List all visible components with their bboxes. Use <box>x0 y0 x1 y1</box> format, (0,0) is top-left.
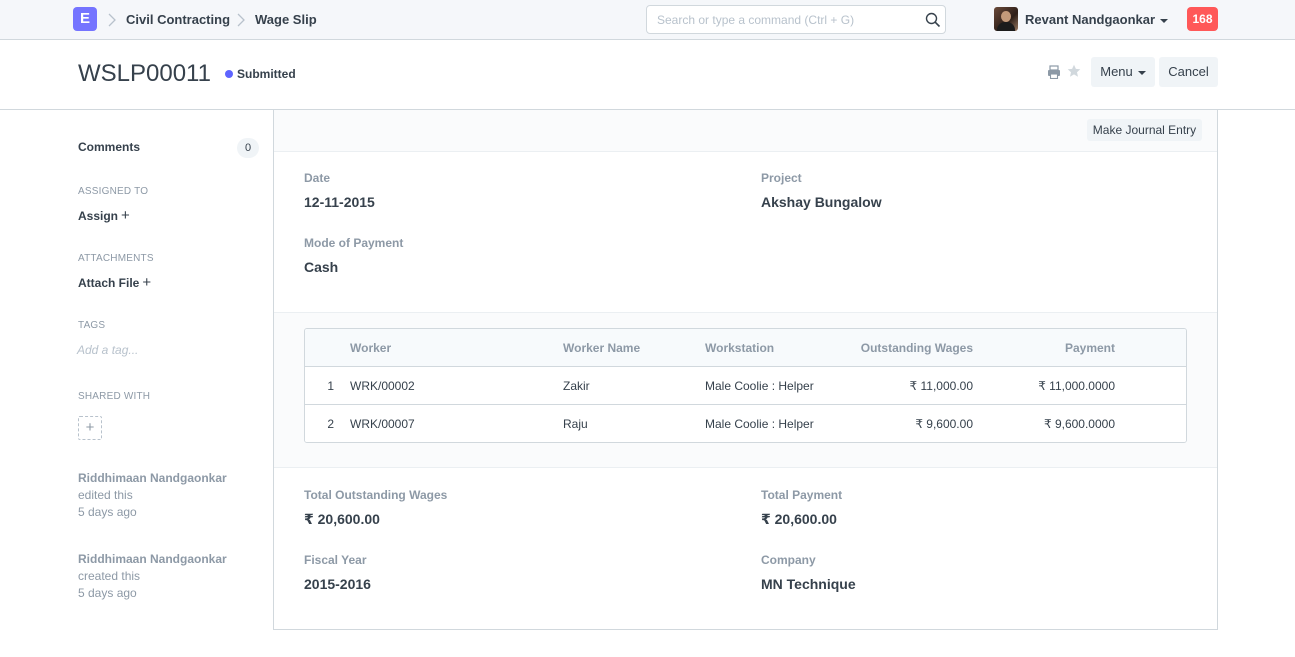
app-logo[interactable]: E <box>73 7 97 31</box>
caret-down-icon <box>1137 70 1146 75</box>
timeline-user[interactable]: Riddhimaan Nandgaonkar <box>78 471 227 485</box>
column-header-payment: Payment <box>1064 341 1115 355</box>
timeline-time: 5 days ago <box>78 505 137 519</box>
total-payment-label: Total Payment <box>761 488 843 502</box>
payment-cell: ₹ 11,000.0000 <box>1038 379 1115 393</box>
worker-cell: WRK/00002 <box>350 379 415 393</box>
date-label: Date <box>304 171 331 185</box>
worker-name-cell: Raju <box>563 417 588 431</box>
status-indicator-dot <box>225 70 233 78</box>
timeline-user[interactable]: Riddhimaan Nandgaonkar <box>78 552 227 566</box>
add-share-button[interactable]: + <box>78 416 102 440</box>
column-header-outstanding-wages: Outstanding Wages <box>860 341 973 355</box>
row-index: 1 <box>327 379 334 393</box>
assigned-to-heading: ASSIGNED TO <box>78 186 149 197</box>
mode-of-payment-value[interactable]: Cash <box>304 259 338 275</box>
comments-count-badge: 0 <box>237 138 259 158</box>
project-value[interactable]: Akshay Bungalow <box>761 194 882 210</box>
table-header: Worker Worker Name Workstation Outstandi… <box>305 329 1186 367</box>
page-title: WSLP00011 <box>78 60 211 87</box>
timeline-time: 5 days ago <box>78 586 137 600</box>
user-menu[interactable]: Revant Nandgaonkar <box>1025 12 1169 27</box>
attach-file-button[interactable]: Attach File + <box>78 274 151 291</box>
company-value[interactable]: MN Technique <box>761 576 856 592</box>
attachments-heading: ATTACHMENTS <box>78 253 154 264</box>
search-input[interactable] <box>657 11 917 29</box>
avatar[interactable] <box>994 7 1018 31</box>
worker-cell: WRK/00007 <box>350 417 415 431</box>
status-badge: Submitted <box>237 67 296 81</box>
tags-heading: TAGS <box>78 320 106 331</box>
chevron-right-icon <box>237 13 245 27</box>
outstanding-wages-cell: ₹ 9,600.00 <box>915 417 973 431</box>
workers-table: Worker Worker Name Workstation Outstandi… <box>304 328 1187 443</box>
form-toolbar: Make Journal Entry <box>274 110 1217 152</box>
make-journal-entry-button[interactable]: Make Journal Entry <box>1087 119 1202 141</box>
date-value: 12-11-2015 <box>304 194 375 210</box>
total-outstanding-wages-value: ₹ 20,600.00 <box>304 511 380 527</box>
fiscal-year-label: Fiscal Year <box>304 553 367 567</box>
assign-button[interactable]: Assign + <box>78 207 130 224</box>
total-payment-value: ₹ 20,600.00 <box>761 511 837 527</box>
fiscal-year-value[interactable]: 2015-2016 <box>304 576 371 592</box>
chevron-right-icon <box>108 13 116 27</box>
project-label: Project <box>761 171 802 185</box>
column-header-worker-name: Worker Name <box>563 341 641 355</box>
mode-of-payment-label: Mode of Payment <box>304 236 404 250</box>
star-icon[interactable] <box>1067 64 1081 78</box>
menu-button[interactable]: Menu <box>1091 57 1155 87</box>
table-row[interactable]: 1 WRK/00002 Zakir Male Coolie : Helper ₹… <box>305 367 1186 405</box>
column-header-workstation: Workstation <box>705 341 775 355</box>
attach-file-label: Attach File <box>78 276 140 290</box>
print-icon[interactable] <box>1047 65 1061 79</box>
notification-badge[interactable]: 168 <box>1187 7 1218 31</box>
search-icon[interactable] <box>925 12 941 28</box>
plus-icon: + <box>142 274 152 291</box>
breadcrumb-civil-contracting[interactable]: Civil Contracting <box>126 12 230 27</box>
assign-label: Assign <box>78 209 119 223</box>
search-box <box>646 5 946 34</box>
outstanding-wages-cell: ₹ 11,000.00 <box>909 379 973 393</box>
table-row[interactable]: 2 WRK/00007 Raju Male Coolie : Helper ₹ … <box>305 405 1186 442</box>
workstation-cell: Male Coolie : Helper <box>705 379 814 393</box>
row-index: 2 <box>327 417 334 431</box>
workstation-cell: Male Coolie : Helper <box>705 417 814 431</box>
column-header-worker: Worker <box>350 341 392 355</box>
breadcrumb-wage-slip[interactable]: Wage Slip <box>255 12 317 27</box>
menu-button-label: Menu <box>1100 64 1133 79</box>
navbar: E Civil Contracting Wage Slip Revant Nan… <box>0 0 1295 40</box>
payment-cell: ₹ 9,600.0000 <box>1043 417 1115 431</box>
cancel-button[interactable]: Cancel <box>1159 57 1218 87</box>
form-layout: Make Journal Entry Date 12-11-2015 Proje… <box>273 110 1218 630</box>
plus-icon: + <box>121 207 130 224</box>
total-outstanding-wages-label: Total Outstanding Wages <box>304 488 448 502</box>
shared-with-heading: SHARED WITH <box>78 391 151 402</box>
page-head: WSLP00011 Submitted Menu Cancel <box>0 40 1295 110</box>
add-tag-input[interactable]: Add a tag... <box>77 343 138 357</box>
timeline-action: edited this <box>78 488 133 502</box>
company-label: Company <box>761 553 816 567</box>
comments-link[interactable]: Comments <box>78 140 140 154</box>
worker-name-cell: Zakir <box>563 379 590 393</box>
plus-icon: + <box>85 419 95 436</box>
workers-section: Worker Worker Name Workstation Outstandi… <box>274 312 1217 468</box>
caret-down-icon <box>1160 18 1169 23</box>
timeline-action: created this <box>78 569 141 583</box>
user-name: Revant Nandgaonkar <box>1025 12 1156 27</box>
